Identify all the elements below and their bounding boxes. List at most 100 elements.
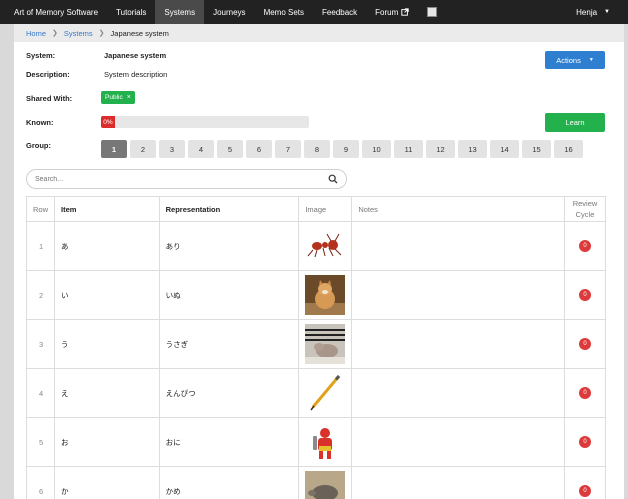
notes-cell [351, 319, 566, 369]
remove-icon[interactable]: × [127, 94, 131, 101]
search-input[interactable] [35, 175, 328, 183]
learn-button[interactable]: Learn [545, 113, 605, 132]
review-cycle-cell: 0 [564, 270, 606, 320]
nav-journeys[interactable]: Journeys [204, 0, 254, 24]
group-button-14[interactable]: 14 [490, 140, 519, 158]
search-icon[interactable] [328, 174, 338, 184]
notes-cell [351, 368, 566, 418]
notes-cell [351, 270, 566, 320]
table-row[interactable]: 4 ええんぴつ 0 [26, 368, 606, 418]
item-cell: う [54, 319, 160, 369]
nav-forum-label: Forum [375, 7, 399, 17]
public-badge-label: Public [105, 94, 123, 101]
ant-image[interactable] [305, 226, 346, 266]
item-cell: か [54, 466, 160, 499]
nav-systems[interactable]: Systems [155, 0, 205, 24]
actions-label: Actions [556, 55, 581, 65]
review-cycle-badge: 0 [579, 338, 592, 350]
image-cell[interactable] [298, 417, 353, 467]
group-button-12[interactable]: 12 [426, 140, 455, 158]
group-button-4[interactable]: 4 [188, 140, 214, 158]
table-row[interactable]: 1 ああり 0 [26, 221, 606, 271]
breadcrumb-systems[interactable]: Systems [64, 29, 93, 38]
header-row[interactable]: Row [26, 196, 56, 222]
group-button-16[interactable]: 16 [554, 140, 583, 158]
chevron-right-icon: ❯ [98, 30, 105, 37]
top-navbar: Art of Memory Software Tutorials Systems… [0, 0, 628, 24]
nav-feedback[interactable]: Feedback [313, 0, 366, 24]
brand-link[interactable]: Art of Memory Software [0, 0, 107, 24]
breadcrumb-current: Japanese system [110, 28, 169, 38]
system-value: Japanese system [104, 51, 167, 60]
breadcrumb-home[interactable]: Home [26, 29, 46, 38]
group-button-2[interactable]: 2 [130, 140, 156, 158]
image-cell[interactable] [298, 319, 353, 369]
item-cell: い [54, 270, 160, 320]
image-cell[interactable] [298, 368, 353, 418]
turtle-image[interactable] [305, 471, 346, 499]
table-row[interactable]: 5 おおに 0 [26, 417, 606, 467]
pencil-image[interactable] [305, 373, 346, 413]
user-menu[interactable]: Henja ▼ [576, 0, 628, 24]
group-button-10[interactable]: 10 [362, 140, 391, 158]
known-progress: 0% [101, 116, 309, 128]
rabbit-image[interactable] [305, 324, 346, 364]
image-cell[interactable] [298, 466, 353, 499]
group-button-11[interactable]: 11 [394, 140, 423, 158]
group-button-9[interactable]: 9 [333, 140, 359, 158]
row-number: 1 [26, 221, 56, 271]
known-progress-bar: 0% [101, 116, 115, 128]
nav-forum[interactable]: Forum [366, 0, 418, 24]
review-cycle-badge: 0 [579, 387, 592, 399]
representation-cell: かめ [159, 466, 300, 499]
chevron-right-icon: ❯ [52, 30, 58, 37]
representation-cell: えんぴつ [159, 368, 300, 418]
caret-down-icon: ▼ [588, 57, 594, 63]
representation-cell: あり [159, 221, 300, 271]
search-box[interactable] [26, 169, 347, 189]
group-button-13[interactable]: 13 [458, 140, 487, 158]
dog-image[interactable] [305, 275, 346, 315]
table-row[interactable]: 6 かかめ 0 [26, 466, 606, 499]
header-representation[interactable]: Representation [159, 196, 300, 222]
review-cycle-cell: 0 [564, 417, 606, 467]
table-row[interactable]: 2 いいぬ 0 [26, 270, 606, 320]
group-button-3[interactable]: 3 [159, 140, 185, 158]
review-cycle-cell: 0 [564, 466, 606, 499]
notes-cell [351, 221, 566, 271]
group-button-15[interactable]: 15 [522, 140, 551, 158]
items-table: Row Item Representation Image Notes Revi… [26, 196, 606, 499]
user-name: Henja [576, 7, 598, 17]
table-row[interactable]: 3 ううさぎ 0 [26, 319, 606, 369]
table-header-row: Row Item Representation Image Notes Revi… [26, 196, 606, 222]
header-image: Image [298, 196, 353, 222]
group-button-5[interactable]: 5 [217, 140, 243, 158]
item-cell: あ [54, 221, 160, 271]
item-cell: え [54, 368, 160, 418]
group-button-6[interactable]: 6 [246, 140, 272, 158]
nav-memo-sets[interactable]: Memo Sets [255, 0, 313, 24]
row-number: 2 [26, 270, 56, 320]
item-cell: お [54, 417, 160, 467]
nav-tutorials[interactable]: Tutorials [107, 0, 155, 24]
review-cycle-badge: 0 [579, 436, 592, 448]
oni-image[interactable] [305, 422, 346, 462]
description-value: System description [104, 70, 168, 79]
group-button-7[interactable]: 7 [275, 140, 301, 158]
actions-button[interactable]: Actions ▼ [545, 51, 605, 69]
row-number: 5 [26, 417, 56, 467]
group-button-1[interactable]: 1 [101, 140, 127, 158]
header-item[interactable]: Item [54, 196, 160, 222]
image-cell[interactable] [298, 221, 353, 271]
system-label: System: [26, 51, 56, 60]
representation-cell: うさぎ [159, 319, 300, 369]
public-badge[interactable]: Public × [101, 91, 135, 104]
row-number: 6 [26, 466, 56, 499]
header-review-cycle[interactable]: Review Cycle [564, 196, 606, 222]
group-selector: 1 2 3 4 5 6 7 8 9 10 11 12 13 14 15 16 [101, 140, 586, 158]
group-button-8[interactable]: 8 [304, 140, 330, 158]
image-cell[interactable] [298, 270, 353, 320]
header-notes: Notes [351, 196, 566, 222]
group-label: Group: [26, 141, 51, 150]
row-number: 4 [26, 368, 56, 418]
